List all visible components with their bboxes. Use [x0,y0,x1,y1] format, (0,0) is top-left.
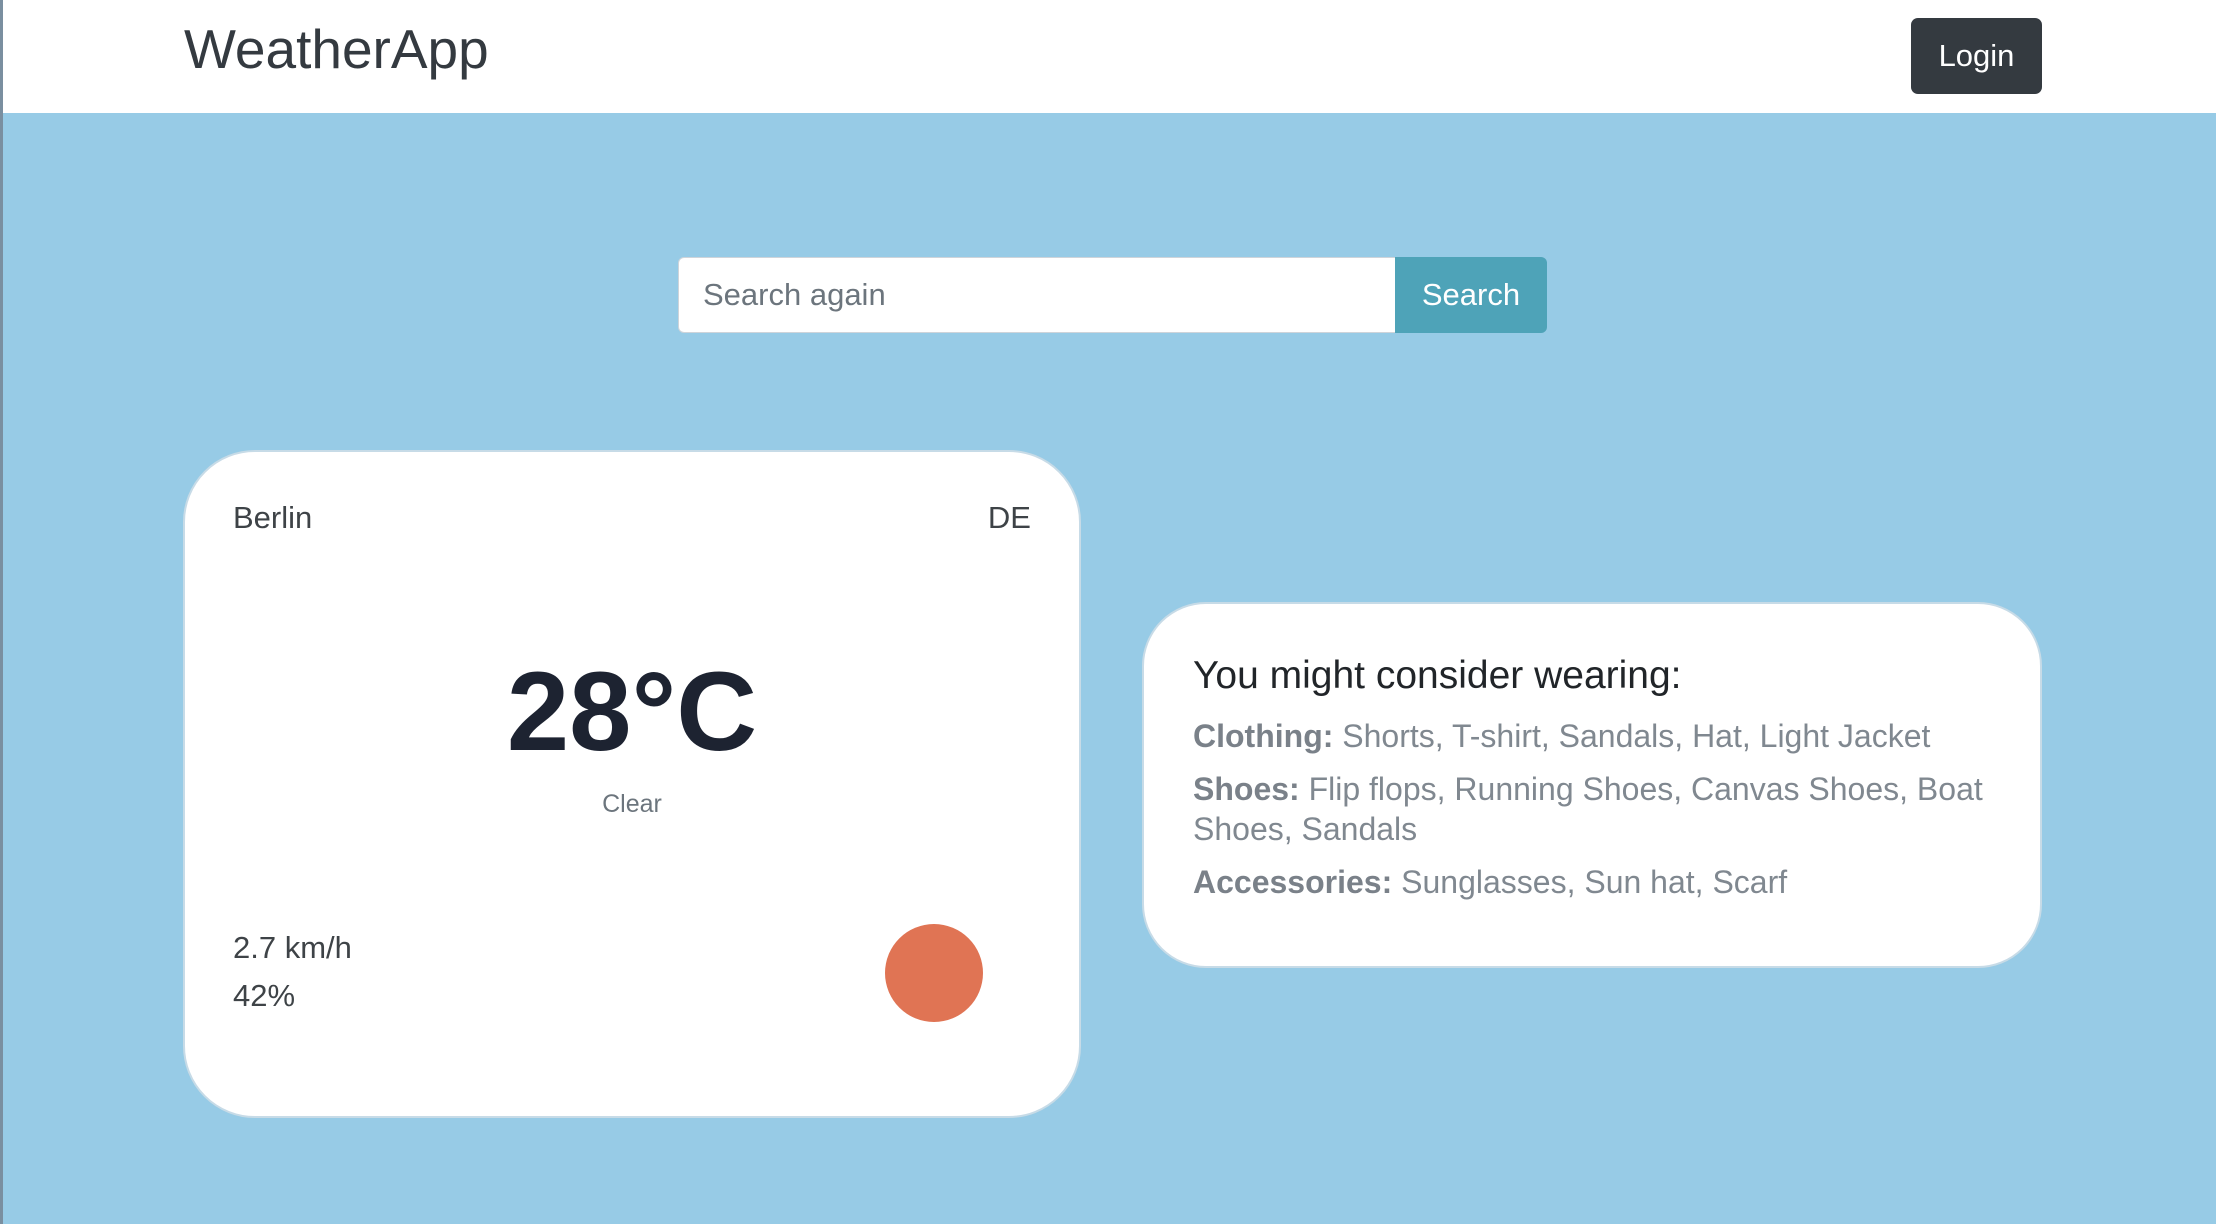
weather-card: Berlin DE 28°C Clear 2.7 km/h 42% [183,450,1081,1118]
suggestions-title: You might consider wearing: [1193,654,1682,697]
shoes-label: Shoes: [1193,771,1300,807]
weather-condition: Clear [602,790,662,818]
accessories-suggestion: Accessories: Sunglasses, Sun hat, Scarf [1193,862,1992,902]
wind-speed: 2.7 km/h [233,930,352,965]
accessories-items: Sunglasses, Sun hat, Scarf [1401,864,1788,900]
window-edge [0,0,3,1224]
shoes-items: Flip flops, Running Shoes, Canvas Shoes,… [1193,771,1983,847]
search-input[interactable] [678,257,1396,333]
search-button[interactable]: Search [1395,257,1547,333]
accessories-label: Accessories: [1193,864,1393,900]
clothing-suggestions-card: You might consider wearing: Clothing: Sh… [1142,602,2042,968]
shoes-suggestion: Shoes: Flip flops, Running Shoes, Canvas… [1193,769,1992,849]
clothing-items: Shorts, T-shirt, Sandals, Hat, Light Jac… [1342,718,1931,754]
city-name: Berlin [233,500,313,535]
sun-icon [885,924,983,1022]
clothing-suggestion: Clothing: Shorts, T-shirt, Sandals, Hat,… [1193,716,1992,756]
temperature: 28°C [506,649,758,774]
clothing-label: Clothing: [1193,718,1334,754]
navbar: WeatherApp Login [3,0,2216,113]
login-button[interactable]: Login [1911,18,2042,94]
country-code: DE [987,500,1031,535]
humidity: 42% [233,978,296,1013]
brand-title[interactable]: WeatherApp [184,18,489,80]
